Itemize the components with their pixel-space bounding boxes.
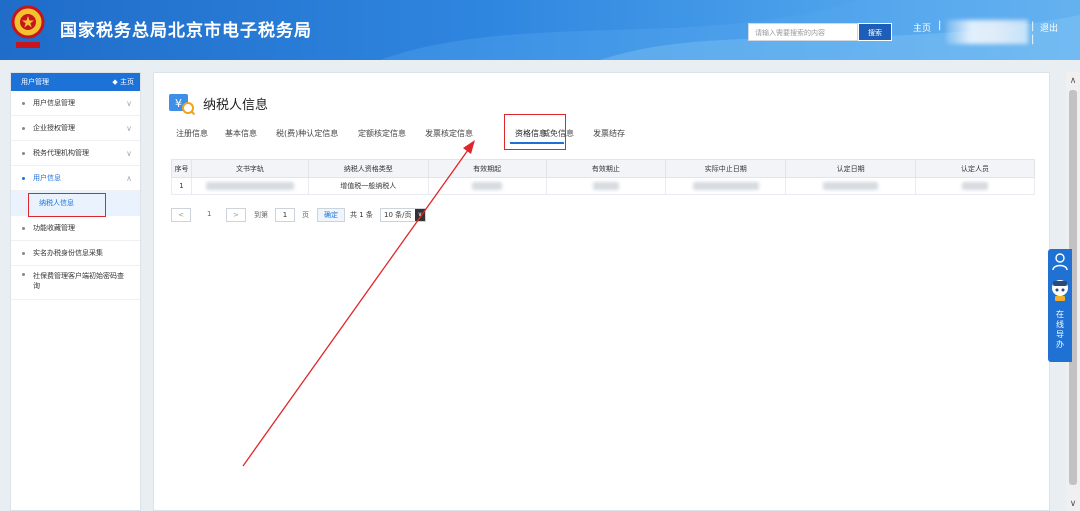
sidebar-item-label: 企业授权管理 — [33, 124, 75, 132]
sidebar: 用户管理 ◆ 主页 用户信息管理 ∨ 企业授权管理 ∨ 税务代理机构管理 ∨ 用… — [10, 72, 141, 511]
assistant-avatar-icon — [1052, 280, 1068, 301]
table-row[interactable]: 1 增值税一般纳税人 — [171, 177, 1035, 195]
cell-qualification-type: 增值税一般纳税人 — [307, 177, 429, 195]
tab-invoice-approval-info[interactable]: 发票核定信息 — [425, 128, 473, 139]
page-size-value: 10 条/页 — [384, 211, 412, 219]
tax-emblem-icon — [11, 5, 45, 48]
bullet-icon — [22, 227, 25, 230]
tab-basic-info[interactable]: 基本信息 — [225, 128, 257, 139]
scroll-up-arrow[interactable]: ∧ — [1066, 76, 1080, 86]
cell-approval-date-blurred — [785, 177, 917, 195]
col-header: 认定日期 — [785, 159, 917, 178]
sidebar-home-link[interactable]: ◆ 主页 — [112, 73, 134, 91]
bullet-icon — [22, 177, 25, 180]
cell-doc-number-blurred — [190, 177, 309, 195]
confirm-page-button[interactable]: 确定 — [317, 208, 345, 222]
sidebar-item-favorites[interactable]: 功能收藏管理 — [11, 216, 140, 241]
tab-invoice-balance[interactable]: 发票结存 — [593, 128, 625, 139]
chevron-down-icon: ∨ — [126, 99, 132, 108]
qualification-table: 序号 文书字轨 纳税人资格类型 有效期起 有效期止 实际中止日期 认定日期 认定… — [171, 159, 1035, 195]
search-button[interactable]: 搜索 — [858, 23, 892, 41]
table-header-row: 序号 文书字轨 纳税人资格类型 有效期起 有效期止 实际中止日期 认定日期 认定… — [171, 159, 1035, 178]
tab-tax-category-info[interactable]: 税(费)种认定信息 — [276, 128, 338, 139]
chevron-up-icon: ∧ — [126, 174, 132, 183]
bullet-icon — [22, 102, 25, 105]
chevron-down-icon: ∨ — [126, 124, 132, 133]
cell-valid-from-blurred — [427, 177, 547, 195]
page-unit-label: 页 — [302, 211, 309, 219]
col-header: 序号 — [171, 159, 192, 178]
sidebar-item-label: 社保费管理客户端初始密码查询 — [33, 272, 124, 290]
sidebar-item-label: 功能收藏管理 — [33, 224, 75, 232]
next-page-button[interactable]: > — [226, 208, 246, 222]
sidebar-item-label: 用户信息管理 — [33, 99, 75, 107]
bullet-icon — [22, 252, 25, 255]
col-header: 认定人员 — [915, 159, 1035, 178]
sidebar-subitem-taxpayer-info[interactable]: 纳税人信息 — [11, 191, 140, 217]
online-guide-label: 在线导办 — [1056, 310, 1064, 349]
logout-link[interactable]: 退出 — [1040, 21, 1058, 34]
chevron-down-icon: ∨ — [415, 209, 425, 221]
sidebar-item-label: 实名办税身份信息采集 — [33, 249, 103, 257]
svg-text:¥: ¥ — [175, 97, 182, 110]
sidebar-item-enterprise-auth[interactable]: 企业授权管理 ∨ — [11, 116, 140, 141]
goto-label: 到第 — [254, 211, 268, 219]
sidebar-item-tax-agency[interactable]: 税务代理机构管理 ∨ — [11, 141, 140, 166]
site-title: 国家税务总局北京市电子税务局 — [60, 21, 312, 41]
page-number-input[interactable]: 1 — [275, 208, 295, 222]
cell-valid-to-blurred — [545, 177, 667, 195]
current-page[interactable]: 1 — [207, 210, 211, 218]
col-header: 有效期起 — [427, 159, 547, 178]
nav-separator: | | — [1031, 21, 1035, 45]
bullet-icon — [22, 152, 25, 155]
top-header: 国家税务总局北京市电子税务局 请输入需要搜索的内容 搜索 主页 | | | 退出 — [0, 0, 1080, 60]
main-panel: ¥ 纳税人信息 注册信息 基本信息 税(费)种认定信息 定额核定信息 发票核定信… — [153, 72, 1050, 511]
user-name-blurred[interactable] — [946, 20, 1028, 44]
col-header: 有效期止 — [545, 159, 667, 178]
highlight-box — [28, 193, 106, 217]
total-count: 共 1 条 — [350, 211, 373, 219]
sidebar-item-user-info-management[interactable]: 用户信息管理 ∨ — [11, 91, 140, 116]
sidebar-item-realname-collection[interactable]: 实名办税身份信息采集 — [11, 241, 140, 266]
user-service-icon — [1052, 253, 1068, 271]
taxpayer-info-icon: ¥ — [169, 94, 195, 115]
bullet-icon — [22, 127, 25, 130]
prev-page-button[interactable]: < — [171, 208, 191, 222]
page-title: 纳税人信息 — [203, 98, 269, 113]
online-guide-widget[interactable]: 在线导办 — [1048, 249, 1072, 362]
page-size-select[interactable]: 10 条/页 ∨ — [380, 208, 426, 222]
sidebar-header-label: 用户管理 — [21, 78, 49, 86]
sidebar-item-user-info[interactable]: 用户信息 ∧ — [11, 166, 140, 191]
sidebar-item-label: 用户信息 — [33, 174, 61, 182]
sidebar-header: 用户管理 ◆ 主页 — [11, 73, 140, 91]
nav-separator: | — [938, 20, 942, 31]
search-input[interactable]: 请输入需要搜索的内容 — [748, 23, 858, 41]
sidebar-item-social-security-password[interactable]: 社保费管理客户端初始密码查询 — [11, 266, 140, 300]
tab-quota-info[interactable]: 定额核定信息 — [358, 128, 406, 139]
col-header: 实际中止日期 — [665, 159, 787, 178]
nav-home-link[interactable]: 主页 — [913, 21, 931, 34]
tab-registration-info[interactable]: 注册信息 — [176, 128, 208, 139]
col-header: 纳税人资格类型 — [307, 159, 429, 178]
bullet-icon — [22, 273, 25, 276]
sidebar-item-label: 税务代理机构管理 — [33, 149, 89, 157]
cell-approver-blurred — [915, 177, 1035, 195]
highlight-box — [504, 114, 566, 150]
scroll-down-arrow[interactable]: ∨ — [1066, 499, 1080, 509]
col-header: 文书字轨 — [190, 159, 309, 178]
cell-stop-date-blurred — [665, 177, 787, 195]
chevron-down-icon: ∨ — [126, 149, 132, 158]
cell-index: 1 — [171, 177, 192, 195]
